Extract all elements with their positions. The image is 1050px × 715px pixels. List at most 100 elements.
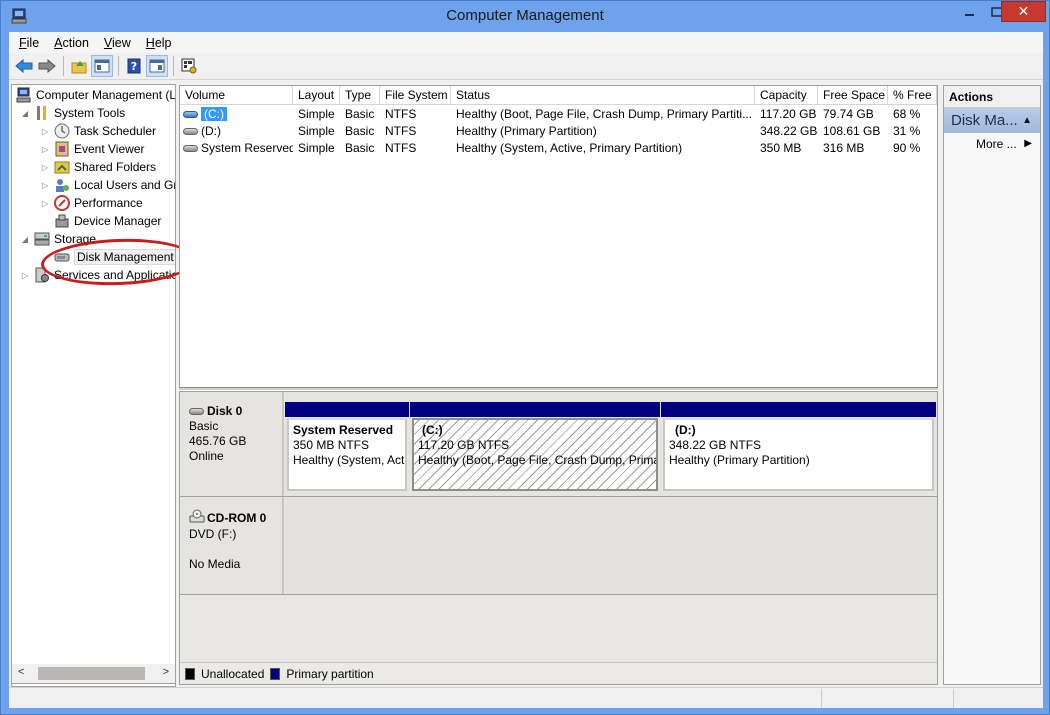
partition-status: Healthy (Boot, Page File, Crash Dump, Pr…	[418, 453, 658, 467]
tree-item-event-viewer[interactable]: ▷ Event Viewer	[40, 140, 144, 158]
computer-management-icon	[16, 87, 32, 103]
expand-arrow-icon[interactable]: ▷	[40, 181, 50, 190]
volume-row[interactable]: (C:) Simple Basic NTFS Healthy (Boot, Page F…	[180, 106, 937, 123]
system-tools-icon	[34, 105, 50, 121]
show-hide-action-pane-button[interactable]	[146, 55, 168, 77]
disk-type: DVD (F:)	[189, 527, 237, 541]
disk-label[interactable]: Disk 0 Basic 465.76 GB Online	[180, 392, 284, 496]
collapse-arrow-icon[interactable]: ◢	[20, 235, 30, 244]
tree-item-label: Shared Folders	[74, 160, 157, 174]
menu-action[interactable]: Action	[54, 36, 89, 50]
tree-horizontal-scrollbar[interactable]: < >	[11, 664, 176, 684]
properties-button[interactable]	[178, 55, 200, 77]
more-actions-label: More ...	[976, 137, 1017, 151]
window-title: Computer Management	[446, 7, 604, 24]
column-header-free-space[interactable]: Free Space	[818, 86, 888, 105]
collapse-arrow-icon[interactable]: ◢	[20, 109, 30, 118]
partition-status: Healthy (Primary Partition)	[669, 453, 810, 467]
disk-name: CD-ROM 0	[207, 510, 267, 525]
properties-icon	[181, 58, 197, 74]
column-header-file-system[interactable]: File System	[380, 86, 451, 105]
tree-item-system-tools[interactable]: ◢ System Tools	[20, 104, 125, 122]
partition-title: (D:)	[675, 423, 696, 437]
task-scheduler-icon	[54, 123, 70, 139]
column-header-status[interactable]: Status	[451, 86, 755, 105]
tree-item-device-manager[interactable]: Device Manager	[40, 212, 161, 230]
expand-arrow-icon[interactable]: ▷	[20, 271, 30, 280]
legend: Unallocated Primary partition	[180, 662, 937, 684]
more-actions-item[interactable]: More ... ▶	[944, 133, 1040, 155]
tree-item-storage[interactable]: ◢ Storage	[20, 230, 96, 248]
show-hide-console-tree-button[interactable]	[91, 55, 113, 77]
up-folder-icon	[71, 61, 87, 74]
tree-item-label: Storage	[54, 232, 97, 246]
partition-size: 350 MB NTFS	[293, 438, 370, 452]
expand-arrow-icon[interactable]: ▷	[40, 163, 50, 172]
tree-item-task-scheduler[interactable]: ▷ Task Scheduler	[40, 122, 156, 140]
performance-icon	[54, 195, 70, 211]
tree-item-label: Event Viewer	[74, 142, 145, 156]
column-header-volume[interactable]: Volume	[180, 86, 293, 105]
partition-c[interactable]: (C:) 117.20 GB NTFS Healthy (Boot, Page …	[410, 402, 660, 491]
partition-d[interactable]: (D:) 348.22 GB NTFS Healthy (Primary Par…	[661, 402, 936, 491]
column-header-type[interactable]: Type	[340, 86, 380, 105]
tree-item-label: Services and Applications	[54, 268, 175, 282]
scrollbar-thumb[interactable]	[38, 667, 145, 680]
back-button[interactable]	[13, 55, 35, 77]
tree-item-computer-management-local[interactable]: Computer Management (Local)	[16, 86, 176, 104]
partition-size: 348.22 GB NTFS	[669, 438, 762, 452]
help-icon: ?	[127, 58, 141, 74]
partition-size: 117.20 GB NTFS	[418, 438, 510, 452]
close-icon: ✕	[1017, 3, 1030, 19]
disk-status: No Media	[189, 557, 241, 571]
column-header-capacity[interactable]: Capacity	[755, 86, 818, 105]
disk-name: Disk 0	[207, 404, 243, 418]
legend-swatch-unallocated	[185, 667, 195, 680]
tree-item-shared-folders[interactable]: ▷ Shared Folders	[40, 158, 156, 176]
primary-partition-band	[285, 402, 409, 417]
disk-row-cd-rom-0[interactable]: CD-ROM 0 DVD (F:) No Media	[180, 497, 937, 595]
partition-system-reserved[interactable]: System Reserved 350 MB NTFS Healthy (Sys…	[285, 402, 409, 491]
collapse-up-icon[interactable]: ▲	[1022, 108, 1032, 133]
legend-label-unallocated: Unallocated	[201, 666, 265, 681]
close-button[interactable]: ✕	[1001, 1, 1046, 22]
cell-free: 316 MB	[823, 141, 865, 155]
volume-name: (D:)	[201, 124, 221, 138]
volume-row[interactable]: System Reserved Simple Basic NTFS Healthy (S…	[180, 140, 937, 157]
menu-file[interactable]: File	[19, 36, 39, 50]
expand-arrow-icon[interactable]: ▷	[40, 199, 50, 208]
services-and-applications-icon	[34, 267, 50, 283]
cell-capacity: 117.20 GB	[760, 107, 817, 121]
actions-section-disk-management[interactable]: Disk Ma... ▲	[944, 108, 1040, 133]
minimize-button[interactable]	[956, 1, 983, 22]
cell-type: Basic	[345, 107, 375, 121]
show-hide-console-tree-icon	[94, 59, 110, 73]
tree-item-local-users-and-groups[interactable]: ▷ Local Users and Groups	[40, 176, 175, 194]
tree-item-performance[interactable]: ▷ Performance	[40, 194, 143, 212]
forward-icon	[38, 59, 56, 73]
disk-row-disk-0[interactable]: Disk 0 Basic 465.76 GB Online System Res…	[180, 392, 937, 497]
scroll-right-icon[interactable]: >	[163, 666, 169, 678]
primary-partition-band	[661, 402, 936, 417]
help-button[interactable]: ?	[123, 55, 145, 77]
column-header-layout[interactable]: Layout	[293, 86, 340, 105]
volume-row[interactable]: (D:) Simple Basic NTFS Healthy (Primary Part…	[180, 123, 937, 140]
forward-button[interactable]	[36, 55, 58, 77]
column-header-percent-free[interactable]: % Free	[888, 86, 937, 105]
title-bar[interactable]: Computer Management ✕	[1, 1, 1049, 32]
volume-list-header: Volume Layout Type File System Status Ca…	[180, 86, 937, 105]
menu-help[interactable]: Help	[146, 36, 172, 50]
toolbar-separator	[173, 56, 174, 76]
tree-item-label: Computer Management (Local)	[36, 88, 176, 102]
scroll-left-icon[interactable]: <	[18, 666, 24, 678]
volume-drive-icon	[183, 128, 198, 136]
menu-view[interactable]: View	[104, 36, 131, 50]
expand-arrow-icon[interactable]: ▷	[40, 145, 50, 154]
up-one-level-button[interactable]	[68, 55, 90, 77]
tree-item-disk-management[interactable]: Disk Management	[40, 248, 175, 266]
cell-capacity: 350 MB	[760, 141, 802, 155]
tree-item-services-and-applications[interactable]: ▷ Services and Applications	[20, 266, 175, 284]
expand-arrow-icon[interactable]: ▷	[40, 127, 50, 136]
tree-item-label: Task Scheduler	[74, 124, 157, 138]
disk-label[interactable]: CD-ROM 0 DVD (F:) No Media	[180, 497, 284, 594]
